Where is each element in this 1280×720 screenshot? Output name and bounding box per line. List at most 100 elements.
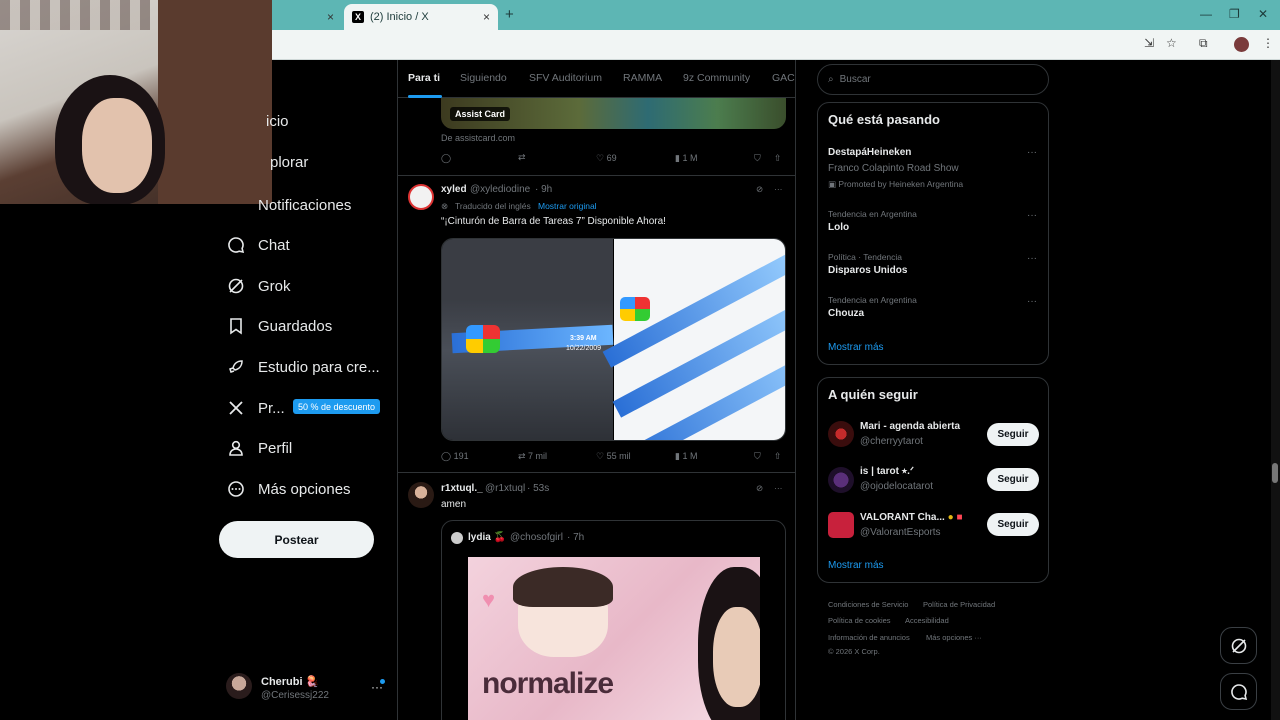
nav-chat[interactable]: Chat (226, 235, 290, 255)
search-input[interactable]: ⌕ Buscar (817, 64, 1049, 95)
feed-column[interactable]: Para ti Siguiendo SFV Auditorium RAMMA 9… (397, 60, 796, 720)
trend-name[interactable]: Lolo (828, 222, 849, 233)
bookmark-icon[interactable]: ⛉ (754, 451, 761, 462)
browser-tab-active[interactable]: X (2) Inicio / X × (344, 4, 498, 30)
share-icon[interactable]: ⇧ (774, 153, 782, 164)
tweet-author-handle[interactable]: @xylediodine (470, 184, 530, 195)
tweet-media[interactable]: 3:39 AM 10/22/2009 (441, 238, 786, 441)
trends-show-more[interactable]: Mostrar más (828, 342, 884, 353)
like-button[interactable]: ♡ 69 (596, 153, 617, 164)
scrollbar[interactable] (1271, 60, 1280, 720)
trend-promoted: ▣ Promoted by Heineken Argentina (828, 179, 964, 189)
footer-link[interactable]: Política de Privacidad (923, 600, 995, 609)
follow-button[interactable]: Seguir (987, 513, 1039, 536)
grok-icon[interactable]: ⊘ (756, 184, 763, 195)
star-icon[interactable]: ☆ (1166, 36, 1177, 50)
reply-icon[interactable]: ◯ (441, 153, 451, 164)
follow-button[interactable]: Seguir (987, 423, 1039, 446)
more-icon[interactable]: ··· (774, 483, 783, 493)
trend-more-icon[interactable]: ··· (1027, 210, 1037, 221)
follow-show-more[interactable]: Mostrar más (828, 560, 884, 571)
tweet-avatar[interactable] (408, 482, 434, 508)
reply-button[interactable]: ◯ 191 (441, 451, 469, 462)
footer-link[interactable]: Más opciones ··· (926, 633, 982, 642)
restore-icon[interactable]: ❐ (1229, 7, 1240, 21)
nav-notifications[interactable]: Notificaciones (226, 195, 351, 215)
footer-link[interactable]: Política de cookies (828, 616, 891, 625)
nav-premium[interactable]: Pr... (226, 398, 285, 418)
nav-creator-studio[interactable]: Estudio para cre... (226, 357, 380, 377)
tweet-author-handle[interactable]: @r1xtuql (485, 483, 525, 494)
views-button[interactable]: ▮ 1 M (675, 153, 697, 164)
footer-link[interactable]: Accesibilidad (905, 616, 949, 625)
trend-name[interactable]: Disparos Unidos (828, 265, 907, 276)
tab-para-ti[interactable]: Para ti (408, 72, 440, 84)
chat-float-button[interactable] (1220, 673, 1257, 710)
new-tab-icon[interactable]: + (505, 6, 514, 23)
scrollbar-thumb[interactable] (1272, 463, 1278, 483)
quote-image-text: normalize (482, 667, 614, 700)
trend-more-icon[interactable]: ··· (1027, 253, 1037, 264)
follow-name[interactable]: VALORANT Cha... ● ■ (860, 512, 962, 523)
nav-explore-label: plorar (270, 154, 309, 171)
tab-9z-community[interactable]: 9z Community (683, 72, 750, 84)
trend-name[interactable]: Chouza (828, 308, 864, 319)
browser-menu-icon[interactable]: ⋮ (1262, 36, 1274, 50)
quote-media[interactable]: ♥ normalize (468, 557, 760, 720)
grok-float-button[interactable] (1220, 627, 1257, 664)
nav-explore[interactable]: plorar (270, 154, 308, 171)
repost-icon[interactable]: ⇄ (518, 152, 526, 163)
browser-tab-inactive[interactable]: × (272, 4, 342, 30)
more-icon[interactable]: ··· (774, 184, 783, 194)
active-tab-indicator (408, 95, 442, 98)
footer-link[interactable]: Condiciones de Servicio (828, 600, 908, 609)
account-name[interactable]: Cherubi 🪼 (261, 675, 319, 688)
minimize-icon[interactable]: — (1200, 7, 1212, 21)
ad-card-badge[interactable]: Assist Card (450, 107, 511, 121)
premium-discount-badge[interactable]: 50 % de descuento (293, 399, 381, 414)
follow-name[interactable]: is | tarot ⭑.ᐟ (860, 466, 914, 477)
ad-source-link[interactable]: De assistcard.com (441, 133, 515, 143)
tweet-author-name[interactable]: r1xtuql._ (441, 483, 483, 494)
tab-sfv-auditorium[interactable]: SFV Auditorium (529, 72, 602, 84)
tweet-time[interactable]: · 53s (527, 483, 549, 494)
nav-home[interactable]: icio (266, 113, 289, 130)
tab-siguiendo[interactable]: Siguiendo (460, 72, 507, 84)
tweet-author-name[interactable]: xyled (441, 184, 467, 195)
follow-name[interactable]: Mari - agenda abierta (860, 421, 960, 432)
trend-more-icon[interactable]: ··· (1027, 296, 1037, 307)
nav-more-options[interactable]: Más opciones (226, 479, 351, 499)
extensions-icon[interactable]: ⧉ (1199, 36, 1208, 51)
grok-icon[interactable]: ⊘ (756, 483, 763, 494)
close-window-icon[interactable]: ✕ (1258, 7, 1268, 21)
footer-copyright: © 2026 X Corp. (828, 647, 880, 656)
nav-bookmarks[interactable]: Guardados (226, 316, 332, 336)
install-app-icon[interactable]: ⇲ (1144, 36, 1154, 50)
views-button[interactable]: ▮ 1 M (675, 451, 697, 462)
tab-gaci[interactable]: GACI (772, 72, 795, 84)
tweet-time[interactable]: · 9h (535, 184, 552, 195)
post-button[interactable]: Postear (219, 521, 374, 558)
follow-avatar[interactable] (828, 512, 854, 538)
trend-name[interactable]: DestapáHeineken (828, 147, 911, 158)
follow-avatar[interactable] (828, 421, 854, 447)
tab-ramma[interactable]: RAMMA (623, 72, 662, 84)
browser-profile-avatar[interactable] (1234, 37, 1249, 52)
like-button[interactable]: ♡ 55 mil (596, 451, 631, 462)
bookmark-icon[interactable]: ⛉ (754, 153, 761, 164)
quoted-tweet[interactable]: lydia 🍒 @chosofgirl · 7h ♥ normalize (441, 520, 786, 720)
footer-link[interactable]: Información de anuncios (828, 633, 910, 642)
close-tab-icon[interactable]: × (483, 10, 490, 24)
trend-more-icon[interactable]: ··· (1027, 147, 1037, 158)
close-tab-icon[interactable]: × (327, 10, 334, 24)
share-icon[interactable]: ⇧ (774, 451, 782, 462)
follow-avatar[interactable] (828, 467, 854, 493)
repost-button[interactable]: ⇄ 7 mil (518, 451, 547, 462)
account-avatar[interactable] (226, 673, 252, 699)
follow-button[interactable]: Seguir (987, 468, 1039, 491)
tweet-avatar[interactable] (408, 184, 434, 210)
webcam-face (82, 98, 152, 193)
nav-grok[interactable]: Grok (226, 276, 291, 296)
nav-profile[interactable]: Perfil (226, 438, 292, 458)
show-original-link[interactable]: Mostrar original (538, 201, 597, 211)
